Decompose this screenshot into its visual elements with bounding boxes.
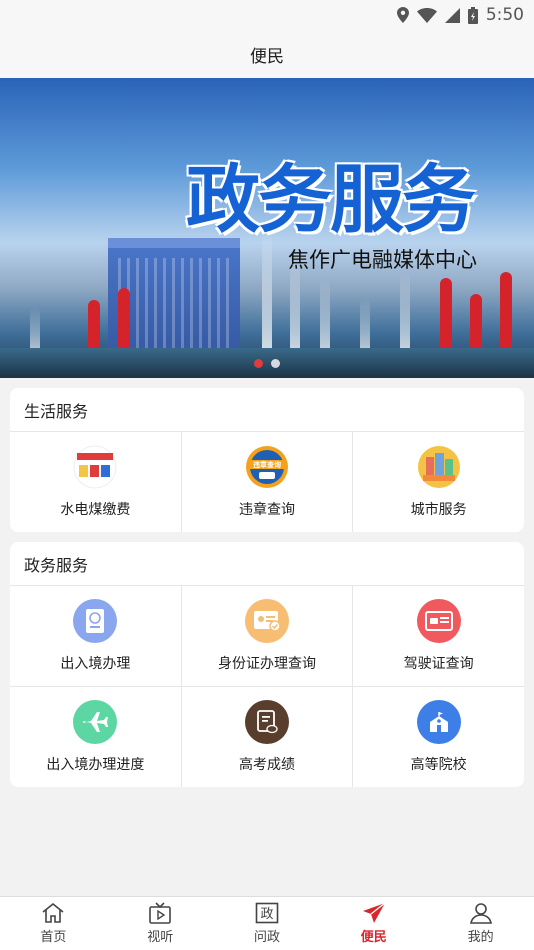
svg-text:违章查询: 违章查询	[253, 460, 281, 469]
tab-label: 我的	[467, 930, 494, 945]
exam-score-label: 高考成绩	[239, 757, 295, 773]
city-service-button[interactable]: 城市服务	[352, 432, 524, 532]
passport-progress-button[interactable]: 出入境办理进度	[10, 687, 181, 787]
traffic-violation-icon: 违章查询	[245, 445, 289, 489]
driver-license-icon	[416, 599, 461, 643]
signal-icon	[444, 7, 460, 23]
tab-video[interactable]: 视听	[107, 897, 214, 950]
banner-subhead: 焦作广电融媒体中心	[288, 248, 477, 272]
tab-profile[interactable]: 我的	[427, 897, 534, 950]
banner-carousel[interactable]: 政务服务 焦作广电融媒体中心	[0, 78, 534, 378]
passport-label: 出入境办理	[60, 656, 131, 672]
status-time: 5:50	[485, 5, 524, 25]
page-title: 便民	[250, 46, 284, 67]
tv-icon	[149, 902, 171, 924]
traffic-violation-button[interactable]: 违章查询 违章查询	[180, 432, 353, 532]
tab-convenience[interactable]: 便民	[320, 897, 427, 950]
tab-gov[interactable]: 政 问政	[214, 897, 321, 950]
banner-tree-graphic	[440, 278, 452, 358]
carousel-dot-active[interactable]	[254, 359, 263, 368]
passport-button[interactable]: 出入境办理	[10, 586, 181, 686]
send-icon	[362, 902, 386, 923]
city-service-icon	[417, 445, 461, 489]
person-icon	[469, 903, 492, 924]
tab-home[interactable]: 首页	[0, 897, 107, 950]
banner-headline: 政务服务	[186, 157, 476, 243]
utility-bill-button[interactable]: 水电煤缴费	[10, 432, 181, 532]
home-icon	[42, 902, 64, 923]
carousel-dot[interactable]	[271, 359, 280, 368]
utility-bill-label: 水电煤缴费	[60, 502, 131, 518]
status-bar: 5:50	[0, 0, 534, 30]
university-icon	[416, 700, 461, 744]
battery-icon	[467, 6, 478, 24]
life-services-card: 生活服务 水电煤缴费 违章查询 违章查询 城市服务	[10, 388, 524, 532]
city-service-label: 城市服务	[410, 502, 467, 518]
gov-services-card: 政务服务 出入境办理 身份证办理查询 驾驶证查询 出入境办理进度 高考成绩 高等…	[10, 542, 524, 787]
id-card-button[interactable]: 身份证办理查询	[180, 586, 353, 686]
utility-bill-icon	[73, 445, 117, 489]
banner-tree-graphic	[500, 272, 512, 358]
title-bar: 便民	[0, 30, 534, 78]
section-title: 政务服务	[10, 542, 524, 586]
tab-label: 便民	[360, 930, 387, 945]
driver-license-button[interactable]: 驾驶证查询	[352, 586, 524, 686]
svg-text:政: 政	[260, 907, 273, 922]
banner-fountain-graphic	[262, 228, 272, 368]
location-icon	[396, 7, 409, 23]
carousel-indicator	[0, 359, 534, 368]
exam-score-icon	[245, 700, 289, 744]
university-label: 高等院校	[410, 757, 467, 773]
tab-label: 首页	[40, 930, 67, 945]
bottom-tab-bar: 首页 视听 政 问政 便民 我的	[0, 896, 534, 950]
tab-label: 问政	[253, 930, 280, 945]
passport-progress-label: 出入境办理进度	[46, 757, 145, 773]
exam-score-button[interactable]: 高考成绩	[180, 687, 353, 787]
passport-icon	[73, 599, 118, 643]
wifi-icon	[416, 7, 437, 23]
airplane-icon	[73, 700, 118, 744]
tab-label: 视听	[147, 930, 174, 945]
id-card-label: 身份证办理查询	[218, 656, 316, 672]
driver-license-label: 驾驶证查询	[403, 656, 474, 672]
id-card-icon	[245, 599, 289, 643]
gov-icon: 政	[255, 902, 279, 924]
university-button[interactable]: 高等院校	[352, 687, 524, 787]
traffic-violation-label: 违章查询	[239, 502, 295, 518]
section-title: 生活服务	[10, 388, 524, 432]
